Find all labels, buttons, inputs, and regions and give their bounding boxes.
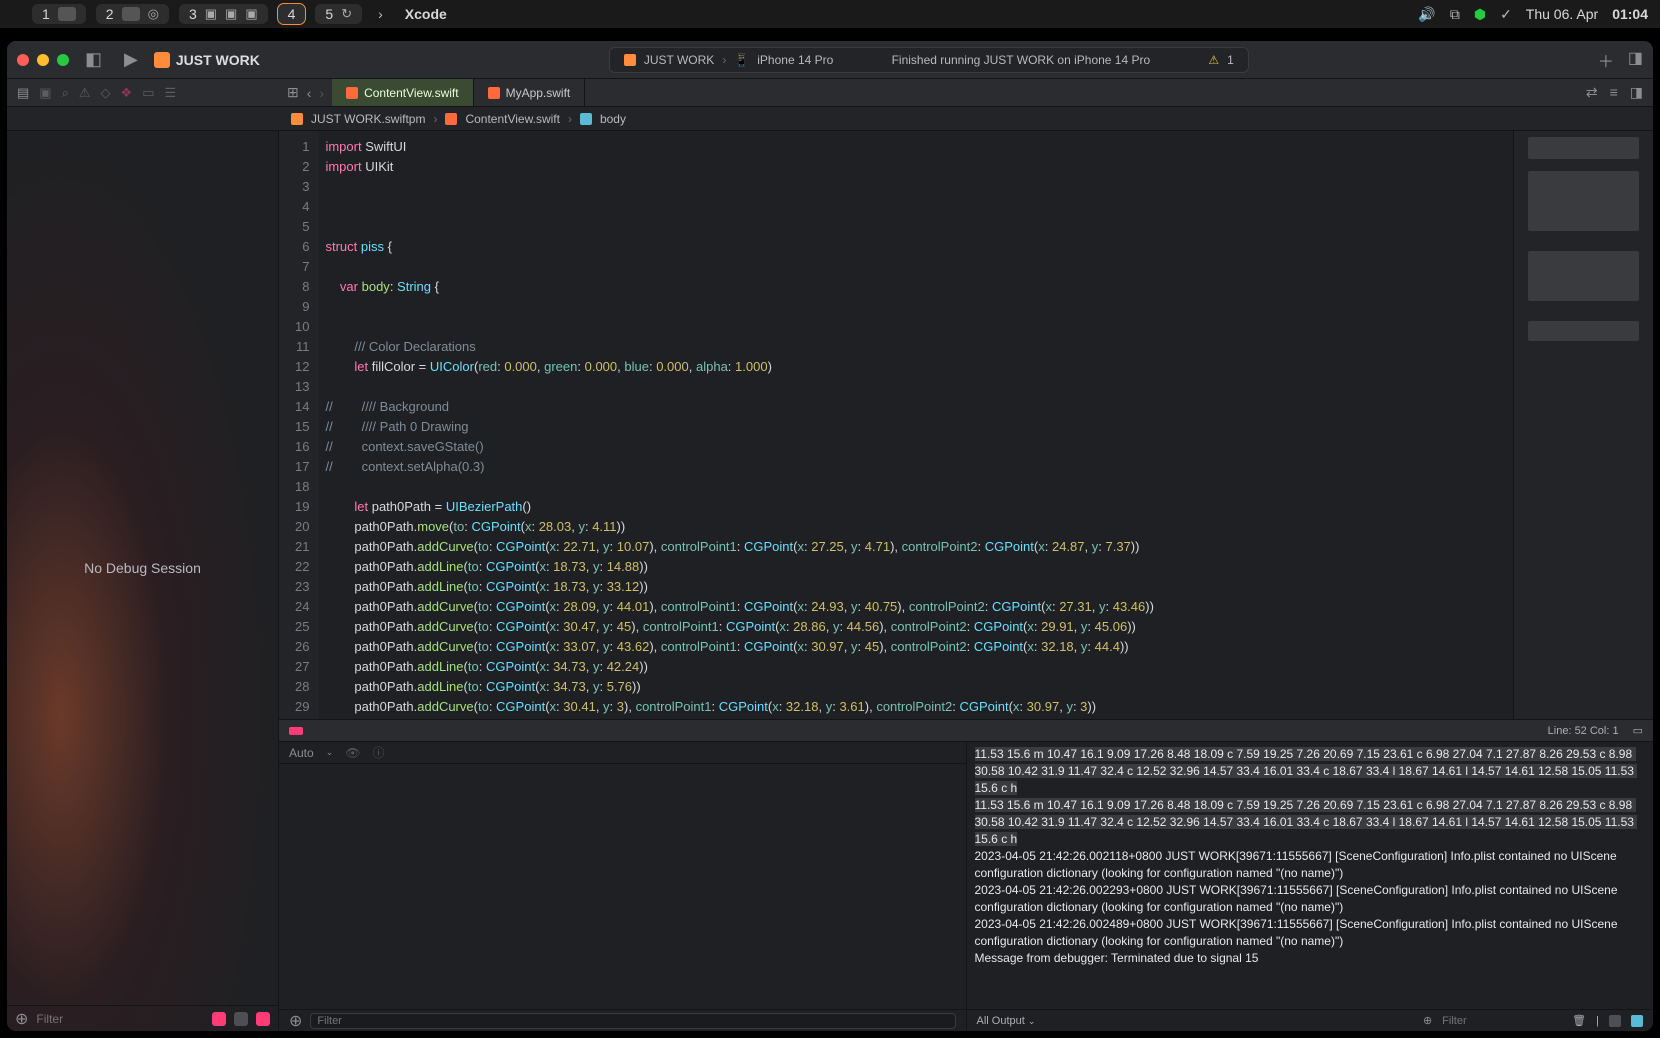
editor-status-strip: Line: 52 Col: 1 ▭: [279, 719, 1653, 741]
property-icon: [580, 113, 592, 125]
tab-myapp[interactable]: MyApp.swift: [474, 79, 586, 106]
code-content[interactable]: import SwiftUIimport UIKit struct piss {…: [319, 131, 1513, 719]
project-icon: [291, 113, 303, 125]
nav-symbols-icon[interactable]: ⌕: [62, 85, 69, 101]
tab-label: ContentView.swift: [364, 86, 459, 100]
swift-file-icon: [488, 87, 500, 99]
console-view: 11.53 15.6 m 10.47 16.1 9.09 17.26 8.48 …: [967, 742, 1654, 1031]
nav-find-icon[interactable]: ⚠︎: [79, 85, 91, 101]
line-gutter: 1234567891011121314151617181920212223242…: [279, 131, 319, 719]
related-items-button[interactable]: ⊞: [287, 84, 299, 101]
nav-reports-icon[interactable]: ☰: [164, 85, 176, 101]
info-icon[interactable]: ⓘ: [372, 744, 384, 761]
workspace-5[interactable]: 5↻: [315, 4, 362, 24]
editor-options-icon[interactable]: ⇄: [1586, 84, 1598, 101]
breakpoint-indicator[interactable]: [289, 727, 303, 735]
crumb-file: ContentView.swift: [465, 112, 560, 126]
console-filter-input[interactable]: [1442, 1015, 1562, 1027]
warning-icon: ⚠︎: [1208, 53, 1219, 67]
workspace-3[interactable]: 3▣▣▣: [179, 4, 268, 24]
trash-icon[interactable]: 🗑: [1572, 1014, 1586, 1027]
window-controls: [17, 54, 69, 66]
nav-source-control-icon[interactable]: ▣: [39, 85, 51, 101]
zoom-window-button[interactable]: [57, 54, 69, 66]
run-button[interactable]: ▶: [118, 49, 144, 70]
scheme-project-name: JUST WORK: [176, 52, 260, 68]
close-window-button[interactable]: [17, 54, 29, 66]
workspace-4[interactable]: 4: [278, 4, 306, 24]
console-pane-toggle[interactable]: [1631, 1015, 1643, 1027]
minimize-window-button[interactable]: [37, 54, 49, 66]
variables-scope-selector[interactable]: Auto: [289, 746, 314, 760]
variables-filter-input[interactable]: [310, 1013, 955, 1029]
canvas-toggle-icon[interactable]: ▭: [1633, 724, 1643, 737]
cursor-position: Line: 52 Col: 1: [1548, 725, 1619, 737]
variables-pane-toggle[interactable]: [1609, 1015, 1621, 1027]
nav-breakpoints-icon[interactable]: ▭: [142, 85, 154, 101]
status-device: iPhone 14 Pro: [757, 53, 833, 67]
activity-status[interactable]: JUST WORK › 📱 iPhone 14 Pro Finished run…: [609, 47, 1249, 73]
nav-debug-icon[interactable]: ❖: [121, 85, 133, 101]
workspace-1[interactable]: 1: [32, 4, 86, 24]
warning-count: 1: [1227, 53, 1234, 67]
check-icon[interactable]: ✓: [1500, 6, 1512, 23]
editor-breadcrumb[interactable]: JUST WORK.swiftpm › ContentView.swift › …: [7, 107, 1653, 131]
crumb-symbol: body: [600, 112, 626, 126]
swift-file-icon: [445, 113, 457, 125]
code-editor[interactable]: 1234567891011121314151617181920212223242…: [279, 131, 1653, 719]
status-message: Finished running JUST WORK on iPhone 14 …: [892, 53, 1151, 67]
filter-pink-toggle-2[interactable]: [256, 1012, 270, 1026]
menubar-date[interactable]: Thu 06. Apr: [1526, 6, 1598, 22]
project-icon: [624, 54, 636, 66]
toggle-left-panel-button[interactable]: ◧: [79, 49, 108, 70]
reload-icon: ↻: [341, 6, 352, 22]
filter-icon: ⊕: [15, 1009, 28, 1029]
macos-menubar: 1 2◎ 3▣▣▣ 4 5↻ › Xcode 🔊 ⧉ ⬢ ✓ Thu 06. A…: [0, 0, 1660, 28]
add-editor-icon[interactable]: ◨: [1630, 84, 1643, 101]
navigator-filter-bar: ⊕: [7, 1005, 278, 1031]
console-output[interactable]: 11.53 15.6 m 10.47 16.1 9.09 17.26 8.48 …: [967, 742, 1654, 1009]
status-icon[interactable]: ⬢: [1474, 6, 1486, 23]
console-scope-selector[interactable]: All Output ⌄: [977, 1015, 1036, 1027]
adjust-editor-icon[interactable]: ≡: [1610, 84, 1618, 101]
add-button[interactable]: ＋: [1598, 48, 1614, 72]
nav-files-icon[interactable]: ▤: [17, 85, 29, 101]
menubar-time[interactable]: 01:04: [1612, 6, 1648, 22]
left-navigator-panel: No Debug Session ⊕: [7, 131, 279, 1031]
tab-label: MyApp.swift: [506, 86, 571, 100]
minimap[interactable]: [1513, 131, 1653, 719]
navigator-toolbar: ▤ ▣ ⌕ ⚠︎ ◇ ❖ ▭ ☰ ⊞ ‹ › ContentView.swift…: [7, 79, 1653, 107]
forward-button[interactable]: ›: [319, 85, 324, 101]
back-button[interactable]: ‹: [307, 85, 312, 101]
scheme-selector[interactable]: JUST WORK: [154, 52, 260, 68]
control-center-icon[interactable]: ⧉: [1450, 6, 1460, 23]
swift-file-icon: [346, 87, 358, 99]
status-scheme: JUST WORK: [644, 53, 714, 67]
filter-icon: ⊕: [289, 1011, 302, 1031]
variables-view: Auto⌄ 👁 ⓘ ⊕: [279, 742, 967, 1031]
debug-area: Auto⌄ 👁 ⓘ ⊕ 11.53 15.6 m 10.47 16.1 9.09…: [279, 741, 1653, 1031]
filter-pink-toggle[interactable]: [212, 1012, 226, 1026]
workspace-2[interactable]: 2◎: [96, 4, 169, 24]
discord-icon: ◎: [148, 6, 159, 22]
navigator-filter-input[interactable]: [36, 1012, 204, 1026]
tab-contentview[interactable]: ContentView.swift: [332, 79, 474, 106]
chevron-right-icon: ›: [372, 6, 389, 22]
debug-navigator-empty: No Debug Session: [7, 131, 278, 1005]
volume-icon[interactable]: 🔊: [1418, 6, 1435, 23]
filter-toggle-2[interactable]: [234, 1012, 248, 1026]
xcode-window: ◧ ▶ JUST WORK JUST WORK › 📱 iPhone 14 Pr…: [6, 40, 1654, 1032]
nav-tests-icon[interactable]: ◇: [101, 85, 111, 101]
eye-icon[interactable]: 👁: [345, 746, 360, 760]
menubar-app-name[interactable]: Xcode: [399, 6, 447, 22]
filter-icon: ⊕: [1423, 1014, 1432, 1027]
project-icon: [154, 52, 170, 68]
crumb-project: JUST WORK.swiftpm: [311, 112, 425, 126]
app-icon: ▣: [205, 6, 217, 22]
xcode-toolbar: ◧ ▶ JUST WORK JUST WORK › 📱 iPhone 14 Pr…: [7, 41, 1653, 79]
device-icon: 📱: [734, 53, 749, 67]
library-button[interactable]: ◨: [1628, 48, 1643, 72]
